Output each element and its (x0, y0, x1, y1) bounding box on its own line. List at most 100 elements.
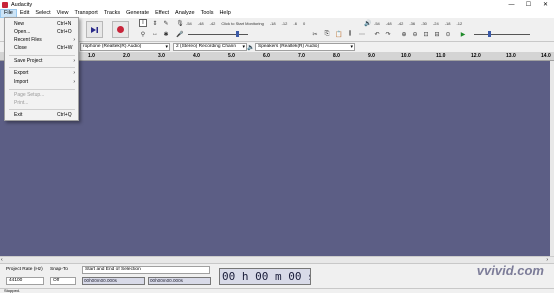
time-shift-tool-icon[interactable]: ↔ (151, 30, 159, 38)
ruler-label: 6.0 (263, 53, 270, 59)
menu-item-label: Exit (14, 112, 23, 118)
zoom-out-icon[interactable]: ⊖ (411, 30, 419, 38)
record-meter-label: -48 (197, 20, 204, 26)
selection-start-time[interactable]: 00h00m00.000s (82, 277, 145, 285)
zoom-tool-icon[interactable]: ⚲ (139, 30, 147, 38)
menu-item-label: Recent Files (14, 37, 42, 43)
snap-to-select[interactable]: Off (50, 277, 76, 285)
selection-tool-icon[interactable]: I (139, 19, 147, 27)
menu-item-export[interactable]: Export › (5, 69, 78, 77)
menu-help[interactable]: Help (216, 9, 233, 18)
playback-meter[interactable]: -54 -48 -42 -36 -30 -24 -18 -12 (374, 19, 462, 27)
fit-selection-icon[interactable]: ⊡ (422, 30, 430, 38)
playback-device-select[interactable]: Speakers (Realtek(R) Audio) (255, 43, 355, 51)
recording-volume-slider[interactable] (188, 34, 248, 35)
playback-meter-label: -18 (444, 20, 451, 26)
play-speed-thumb[interactable] (488, 31, 491, 37)
skip-end-icon (91, 26, 98, 33)
record-meter-label: -6 (293, 20, 297, 26)
menu-item-close[interactable]: Close Ctrl+W (5, 44, 78, 52)
envelope-tool-icon[interactable]: ⇕ (151, 19, 159, 27)
menu-effect[interactable]: Effect (152, 9, 172, 18)
zoom-toggle-icon[interactable]: ⊙ (444, 30, 452, 38)
timeline-ruler[interactable]: 1.0 2.0 3.0 4.0 5.0 6.0 7.0 8.0 9.0 10.0… (0, 52, 554, 61)
horizontal-scrollbar[interactable]: ‹ › (0, 256, 554, 263)
window-controls: — ☐ ✕ (503, 0, 554, 9)
fit-project-icon[interactable]: ⊟ (433, 30, 441, 38)
maximize-button[interactable]: ☐ (520, 0, 537, 9)
minimize-button[interactable]: — (503, 0, 520, 9)
menu-item-shortcut: Ctrl+Q (57, 112, 72, 118)
menu-item-label: Open... (14, 29, 31, 35)
record-meter-label: -42 (209, 20, 216, 26)
menu-item-new[interactable]: New Ctrl+N (5, 20, 78, 28)
skip-to-end-button[interactable] (86, 21, 103, 38)
selection-toolbar: Project Rate (Hz) 44100 Snap-To Off Star… (0, 263, 554, 288)
draw-tool-icon[interactable]: ✎ (162, 19, 170, 27)
track-area[interactable] (0, 61, 550, 256)
speaker-small-icon: 🔈 (247, 44, 255, 51)
close-button[interactable]: ✕ (537, 0, 554, 9)
trim-icon[interactable]: ⫼ (346, 30, 354, 38)
copy-icon[interactable]: ⎘ (323, 30, 331, 38)
zoom-in-icon[interactable]: ⊕ (400, 30, 408, 38)
menu-item-page-setup[interactable]: Page Setup... (5, 91, 78, 99)
vertical-scrollbar[interactable] (550, 61, 554, 256)
menu-item-shortcut: Ctrl+N (57, 21, 72, 27)
recording-channels-select[interactable]: 2 (Stereo) Recording Chann (173, 43, 247, 51)
audio-position-display[interactable]: 00 h 00 m 00 s (219, 268, 311, 285)
playback-meter-label: -54 (374, 20, 380, 26)
play-at-speed-icon[interactable]: ▶ (459, 30, 467, 38)
play-speed-slider[interactable] (474, 34, 530, 35)
paste-icon[interactable]: 📋 (335, 30, 343, 38)
menu-item-save-project[interactable]: Save Project › (5, 57, 78, 65)
recording-device-select[interactable]: rophone (Realtek(R) Audio) (80, 43, 170, 51)
menu-item-recent-files[interactable]: Recent Files › (5, 36, 78, 44)
menu-item-import[interactable]: Import › (5, 78, 78, 86)
menu-item-label: Print... (14, 100, 29, 106)
playback-meter-label: -48 (385, 20, 392, 26)
main-toolbar: I ⇕ ✎ ⚲ ↔ ✱ 🎙 -54 -48 -42 Click to Start… (0, 18, 554, 42)
file-menu-dropdown: New Ctrl+N Open... Ctrl+O Recent Files ›… (4, 17, 79, 121)
menu-item-open[interactable]: Open... Ctrl+O (5, 28, 78, 36)
speaker-icon: 🔊 (364, 20, 372, 27)
menu-analyze[interactable]: Analyze (172, 9, 198, 18)
ruler-label: 12.0 (471, 53, 481, 59)
menu-item-shortcut: Ctrl+O (57, 29, 72, 35)
menu-generate[interactable]: Generate (123, 9, 152, 18)
selection-end-time[interactable]: 00h00m00.000s (148, 277, 211, 285)
undo-icon[interactable]: ↶ (373, 30, 381, 38)
ruler-label: 8.0 (333, 53, 340, 59)
recording-volume-thumb[interactable] (236, 31, 239, 37)
microphone-icon: 🎙 (176, 20, 184, 27)
record-meter[interactable]: -54 -48 -42 Click to Start Monitoring -1… (186, 19, 305, 27)
ruler-label: 1.0 (88, 53, 95, 59)
ruler-label: 10.0 (401, 53, 411, 59)
menu-item-label: Save Project (14, 58, 43, 64)
record-icon (117, 26, 124, 33)
cut-icon[interactable]: ✂ (311, 30, 319, 38)
menu-separator (9, 55, 75, 56)
menu-separator (9, 109, 75, 110)
multi-tool-icon[interactable]: ✱ (162, 30, 170, 38)
redo-icon[interactable]: ↷ (384, 30, 392, 38)
menu-item-exit[interactable]: Exit Ctrl+Q (5, 111, 78, 119)
menu-item-print[interactable]: Print... (5, 99, 78, 107)
menu-item-label: Import (14, 79, 29, 85)
menu-tracks[interactable]: Tracks (101, 9, 123, 18)
silence-icon[interactable]: ⋯ (358, 30, 366, 38)
record-button[interactable] (112, 21, 129, 38)
ruler-label: 2.0 (123, 53, 130, 59)
mic-volume-icon: 🎤 (176, 31, 184, 38)
project-rate-select[interactable]: 44100 (6, 277, 44, 285)
menu-tools[interactable]: Tools (198, 9, 217, 18)
playback-meter-label: -30 (421, 20, 427, 26)
snap-to-label: Snap-To (50, 267, 68, 272)
menu-item-label: New (14, 21, 25, 27)
ruler-label: 3.0 (158, 53, 165, 59)
submenu-arrow-icon: › (73, 79, 75, 85)
playback-meter-label: -24 (432, 20, 439, 26)
selection-mode-select[interactable]: Start and End of Selection (82, 266, 210, 274)
ruler-label: 7.0 (298, 53, 305, 59)
ruler-label: 4.0 (193, 53, 200, 59)
